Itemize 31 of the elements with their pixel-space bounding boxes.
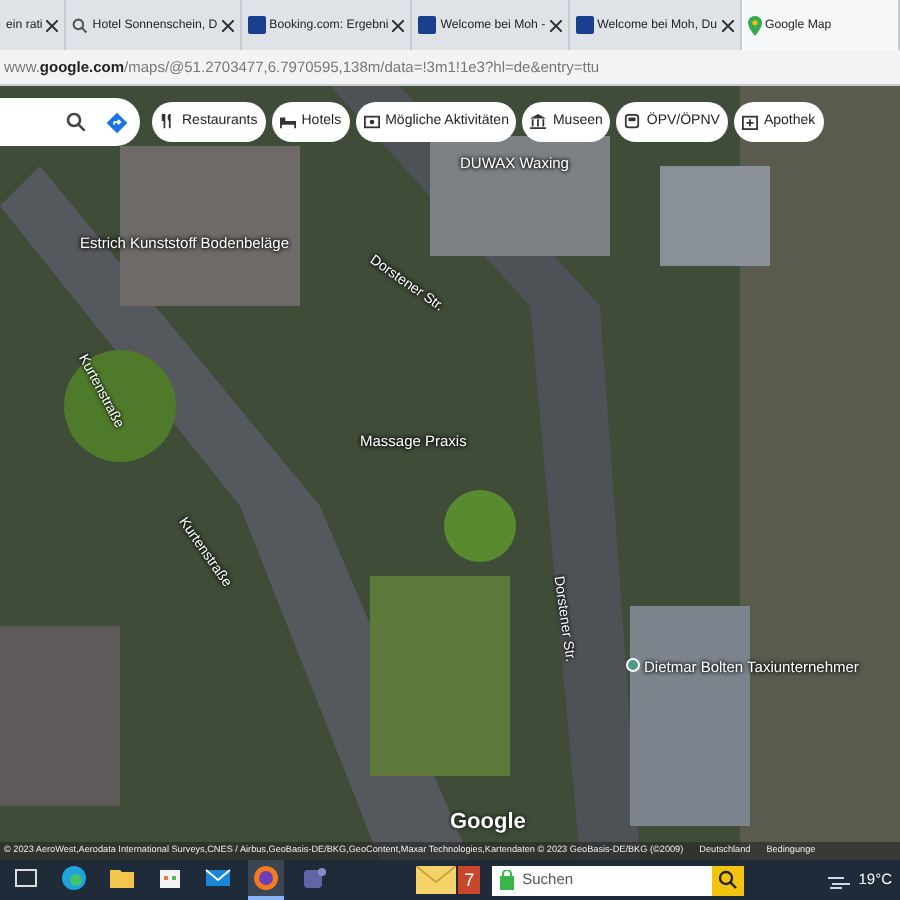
task-view-icon — [12, 864, 40, 892]
store-icon — [156, 864, 184, 892]
tree — [444, 490, 516, 562]
lock-icon — [500, 870, 515, 890]
mail-icon — [204, 864, 232, 892]
weather-icon[interactable] — [828, 871, 853, 889]
mail-count-badge: 7 — [458, 866, 481, 894]
folder-icon — [108, 864, 136, 892]
close-icon[interactable] — [721, 19, 733, 31]
search-icon[interactable] — [66, 112, 86, 132]
building-roof — [660, 166, 770, 266]
teams-icon — [300, 864, 328, 892]
bed-icon — [279, 114, 296, 130]
ticket-icon — [363, 114, 380, 130]
bus-icon — [624, 114, 641, 130]
close-icon[interactable] — [221, 19, 234, 31]
search-icon — [72, 17, 89, 33]
google-logo: Google — [450, 808, 526, 838]
close-icon[interactable] — [392, 19, 405, 31]
museum-icon — [530, 114, 547, 130]
search-icon[interactable] — [718, 870, 739, 890]
firefox-icon — [252, 864, 280, 892]
map-pin-icon — [747, 15, 761, 35]
restaurant-icon — [160, 114, 176, 130]
close-icon[interactable] — [46, 19, 59, 31]
close-icon[interactable] — [549, 19, 562, 31]
tree — [64, 350, 176, 462]
directions-icon[interactable] — [106, 111, 128, 133]
browser-icon — [60, 864, 88, 892]
envelope-icon[interactable] — [416, 866, 457, 894]
pharmacy-icon — [741, 114, 758, 130]
